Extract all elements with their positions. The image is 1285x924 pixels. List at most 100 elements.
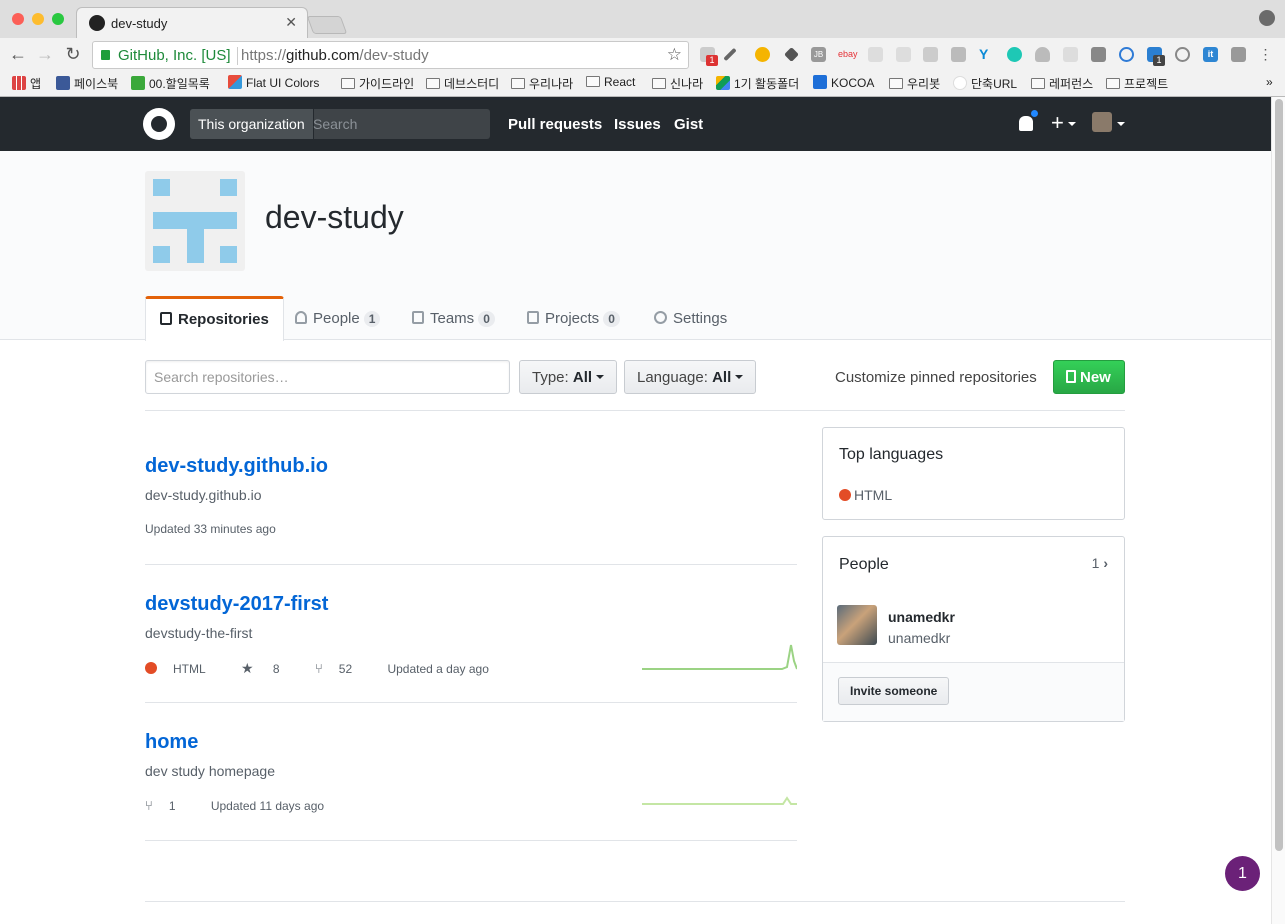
extension-icon[interactable] [1091,47,1106,62]
chat-extension-icon[interactable] [923,47,938,62]
folder-icon [1031,78,1045,89]
lock-icon [101,50,110,60]
customize-pinned-link[interactable]: Customize pinned repositories [835,369,1037,386]
extension-icon[interactable] [755,47,770,62]
footer-divider [145,901,1125,902]
github-logo-icon[interactable] [143,108,175,140]
repo-name-link[interactable]: devstudy-2017-first [145,593,328,616]
forward-arrow-icon[interactable]: → [34,44,56,65]
member-name[interactable]: unamedkr [888,609,955,625]
cast-icon[interactable] [951,47,966,62]
repo-name-link[interactable]: dev-study.github.io [145,455,328,478]
nav-gist[interactable]: Gist [674,116,703,133]
bookmark-folder[interactable]: React [586,75,635,89]
profile-icon[interactable] [1259,10,1275,26]
back-arrow-icon[interactable]: ← [7,44,29,65]
minimize-window-icon[interactable] [32,13,44,25]
people-icon [295,311,307,324]
repo-forks-link[interactable]: ⑂ 1 [145,798,192,813]
bookmark-folder[interactable]: 레퍼런스 [1031,75,1093,92]
create-new-menu[interactable]: + [1051,110,1064,136]
bookmark-flat-ui-colors[interactable]: Flat UI Colors [228,75,319,90]
header-search[interactable]: This organization Search [190,109,490,139]
repo-filter-bar: Search repositories… Type: All Language:… [145,360,1125,411]
extension-icon[interactable] [896,47,911,62]
repo-stars-link[interactable]: ★ 8 [241,660,296,676]
tab-repositories[interactable]: Repositories [145,296,284,341]
tab-people[interactable]: People 1 [295,296,381,340]
browser-tab[interactable]: dev-study ✕ [76,7,308,38]
chrome-menu-icon[interactable]: ⋮ [1258,47,1273,62]
bookmarks-overflow-button[interactable]: » [1266,75,1273,89]
new-tab-button[interactable] [306,16,348,34]
user-avatar[interactable] [1092,112,1112,132]
extension-icon[interactable] [868,47,883,62]
fork-count: 1 [168,799,176,813]
tab-label: Settings [673,310,728,327]
repo-search-input[interactable]: Search repositories… [145,360,510,394]
chat-notification-bubble[interactable]: 1 [1225,856,1260,891]
nav-issues[interactable]: Issues [614,116,661,133]
maximize-window-icon[interactable] [52,13,64,25]
member-avatar[interactable] [837,605,877,645]
bookmark-kocoa[interactable]: KOCOA [813,75,874,90]
bookmark-folder[interactable]: 우리봇 [889,75,940,92]
notifications-bell-icon[interactable] [1019,109,1039,131]
address-bar[interactable]: GitHub, Inc. [US] https://github.com/dev… [92,41,689,69]
scrollbar-thumb[interactable] [1275,99,1283,851]
people-count: 1 [1091,555,1100,571]
bookmark-facebook[interactable]: 페이스북 [56,75,118,92]
extension-icon[interactable] [1231,47,1246,62]
bookmark-folder[interactable]: 우리나라 [511,75,573,92]
invite-someone-button[interactable]: Invite someone [838,677,950,705]
header-search-input[interactable]: Search [313,116,357,132]
ebay-extension-icon[interactable]: ebay [838,47,858,62]
bookmark-label: 프로젝트 [1124,77,1169,91]
nav-pull-requests[interactable]: Pull requests [508,116,602,133]
tab-label: People [313,310,360,327]
repo-forks-link[interactable]: ⑂ 52 [315,661,368,676]
bookmark-todo[interactable]: 00.할일목록 [131,75,210,92]
people-box: People 1 › unamedkr unamedkr Invite some… [822,536,1125,722]
tab-teams[interactable]: Teams 0 [412,296,495,340]
filter-prefix: Type: [532,369,569,386]
extension-icon[interactable] [1007,47,1022,62]
bookmark-folder[interactable]: 프로젝트 [1106,75,1168,92]
tab-settings[interactable]: Settings [654,296,727,340]
star-count: 8 [272,662,280,676]
bookmark-folder[interactable]: 데브스터디 [426,75,499,92]
rocket-icon[interactable] [784,47,799,62]
chevron-down-icon [1068,122,1076,126]
address-divider [237,47,238,65]
folder-icon [889,78,903,89]
it-extension-icon[interactable]: it [1203,47,1218,62]
reload-icon[interactable]: ↻ [62,44,84,65]
people-count-link[interactable]: 1 › [1092,555,1108,571]
language-filter-dropdown[interactable]: Language: All [624,360,757,394]
bookmark-drive[interactable]: 1기 활동폴더 [716,75,799,92]
bookmark-folder[interactable]: 가이드라인 [341,75,414,92]
eyedropper-icon[interactable] [723,47,737,62]
react-devtools-icon[interactable] [1175,47,1190,62]
repo-name-link[interactable]: home [145,731,198,754]
page-scrollbar[interactable] [1271,97,1285,924]
close-window-icon[interactable] [12,13,24,25]
folder-icon [652,78,666,89]
type-filter-dropdown[interactable]: Type: All [519,360,618,394]
close-tab-icon[interactable]: ✕ [285,14,297,31]
y-extension-icon[interactable]: Y [979,47,994,62]
bookmark-folder[interactable]: 신나라 [652,75,703,92]
facebook-icon [56,76,70,90]
extension-icon[interactable] [1063,47,1078,62]
new-repo-button[interactable]: New [1053,360,1125,394]
bookmark-apps[interactable]: 앱 [12,75,41,92]
drive-icon[interactable] [1035,47,1050,62]
jb-extension-icon[interactable]: JB [811,47,826,62]
tab-projects[interactable]: Projects 0 [527,296,620,340]
url-host: github.com [286,47,360,64]
sync-icon[interactable] [1119,47,1134,62]
project-icon [527,311,539,324]
bookmark-star-icon[interactable]: ☆ [667,45,682,65]
bookmark-short-url[interactable]: 단축URL [953,75,1017,92]
top-language-link[interactable]: HTML [839,487,892,503]
